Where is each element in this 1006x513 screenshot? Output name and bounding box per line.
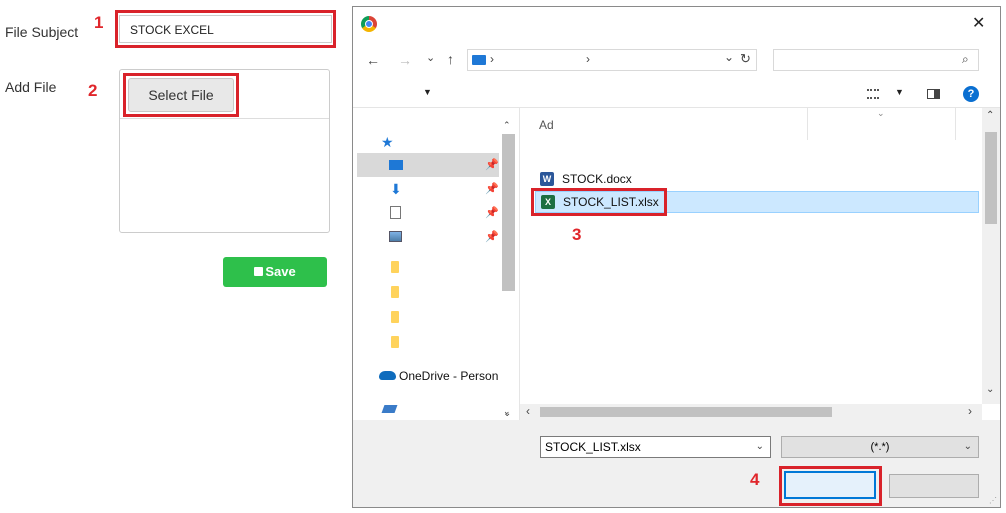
folder-icon[interactable] [391,336,399,348]
step-2-marker: 2 [88,81,98,100]
save-button[interactable]: Save [223,257,327,287]
breadcrumb-chevron-icon: › [586,52,590,66]
pin-icon: 📌 [485,159,499,171]
folder-icon[interactable] [391,261,399,273]
download-arrow-icon: ⬇ [390,181,402,197]
close-icon[interactable]: ✕ [972,13,985,33]
scroll-up-icon[interactable]: ⌃ [986,110,994,121]
sort-chevron-icon: ⌄ [877,108,885,118]
back-arrow-icon[interactable]: ← [366,52,380,68]
refresh-icon[interactable]: ↻ [740,51,751,67]
scroll-down-icon[interactable]: ⌄ [986,384,994,395]
pictures-icon [389,231,402,242]
quick-access-star-icon[interactable]: ★ [381,134,394,151]
this-pc-icon[interactable] [381,405,398,413]
column-divider [807,108,808,140]
folder-icon[interactable] [391,286,399,298]
open-button[interactable] [784,471,876,499]
pin-icon: 📌 [485,207,499,219]
step-3-highlight [531,188,667,216]
recent-dropdown-icon[interactable]: ⌄ [426,51,435,64]
file-list-scrollbar-thumb[interactable] [985,132,997,224]
file-subject-label: File Subject [5,24,79,40]
navigation-pane: ★ 📌 ⬇ 📌 📌 📌 OneDrive - Person ⌃ ⌄ [353,108,519,420]
desktop-icon [472,55,486,65]
address-bar[interactable]: › › ⌄ ↻ [467,49,757,71]
step-1-marker: 1 [94,13,104,32]
sidebar-item-downloads[interactable]: ⬇ 📌 [357,177,499,201]
column-header-name[interactable]: Ad [539,118,554,132]
dialog-bottom-area: STOCK_LIST.xlsx ⌄ (*.*) ⌄ 4 ⋰ [353,420,1000,507]
column-divider [955,108,956,140]
scroll-right-icon[interactable]: › [968,404,972,418]
forward-arrow-icon[interactable]: → [398,52,412,68]
sidebar-item-onedrive[interactable]: OneDrive - Person [399,369,498,383]
preview-pane-icon[interactable] [927,89,940,99]
sidebar-item-pictures[interactable]: 📌 [357,225,499,249]
add-file-label: Add File [5,79,57,95]
cancel-button[interactable] [889,474,979,498]
file-list-horizontal-scrollbar[interactable]: ‹ › [520,404,982,420]
save-button-label: Save [265,264,296,279]
file-name-value: STOCK_LIST.xlsx [545,440,641,454]
sidebar-item-desktop[interactable]: 📌 [357,153,499,177]
pin-icon: 📌 [485,231,499,243]
up-arrow-icon[interactable]: ↑ [447,51,454,67]
search-icon: ⌕ [962,52,969,66]
file-list-pane: Ad ⌄ W STOCK.docx X STOCK_LIST.xlsx 3 ⌃ … [520,108,1000,420]
horizontal-scrollbar-thumb[interactable] [540,407,832,417]
address-dropdown-icon[interactable]: ⌄ [724,50,734,64]
sidebar-item-documents[interactable]: 📌 [357,201,499,225]
file-row-stock-docx[interactable]: W STOCK.docx [538,168,718,190]
breadcrumb-chevron-icon: › [490,52,494,66]
file-type-dropdown-icon[interactable]: ⌄ [964,437,972,457]
file-open-dialog: ✕ ← → ⌄ ↑ › › ⌄ ↻ ⌕ ▼ ▼ ? ★ 📌 ⬇ 📌 📌 📌 On… [352,6,1001,508]
onedrive-cloud-icon [379,371,396,380]
file-type-value: (*.*) [870,441,890,453]
resize-grip-icon[interactable]: ⋰ [989,496,997,505]
navigation-scrollbar-thumb[interactable] [502,134,515,291]
floppy-disk-icon [254,267,264,276]
step-4-marker: 4 [750,470,760,489]
scroll-left-icon[interactable]: ‹ [526,404,530,418]
select-file-button[interactable]: Select File [128,78,234,112]
word-document-icon: W [540,172,554,186]
chrome-icon [361,16,377,32]
file-type-select[interactable]: (*.*) ⌄ [781,436,979,458]
folder-icon[interactable] [391,311,399,323]
document-icon [390,206,401,219]
file-subject-input[interactable]: STOCK EXCEL [119,15,332,43]
view-dropdown-icon[interactable]: ▼ [895,87,904,97]
scroll-up-icon[interactable]: ⌃ [503,120,511,131]
nav-expand-chevron-icon[interactable]: ⌄ [503,408,511,419]
search-input[interactable]: ⌕ [773,49,979,71]
help-icon[interactable]: ? [963,86,979,102]
step-3-marker: 3 [572,225,582,244]
organize-dropdown-icon[interactable]: ▼ [423,87,432,97]
file-box-divider [120,118,329,119]
pin-icon: 📌 [485,183,499,195]
file-name-dropdown-icon[interactable]: ⌄ [756,437,764,457]
desktop-icon [389,160,403,170]
file-list-vertical-scrollbar[interactable]: ⌃ ⌄ [982,108,1000,404]
view-options-icon[interactable] [867,89,879,99]
file-name: STOCK.docx [562,172,632,186]
file-name-input[interactable]: STOCK_LIST.xlsx ⌄ [540,436,771,458]
